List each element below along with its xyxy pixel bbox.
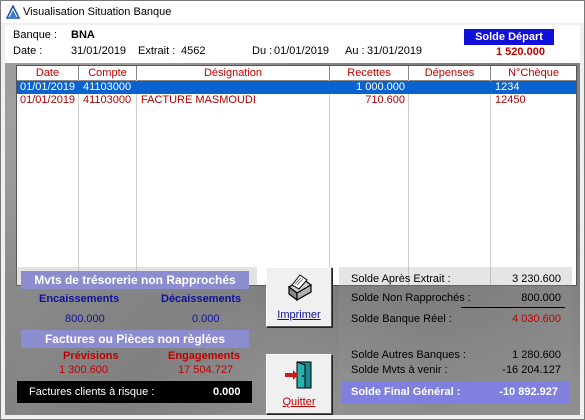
summary-row: Solde Banque Réel : 4 030.600 xyxy=(351,312,561,326)
solde-final-label: Solde Final Général : xyxy=(351,386,461,398)
sum-divider xyxy=(461,307,565,308)
col-depenses[interactable]: Dépenses xyxy=(409,66,491,80)
mvts-venir-label: Solde Mvts à venir : xyxy=(351,364,448,376)
cell-depenses xyxy=(409,94,487,107)
autres-banques-label: Solde Autres Banques : xyxy=(351,349,466,361)
printer-icon xyxy=(287,274,313,302)
banque-value: BNA xyxy=(71,29,95,41)
col-divider xyxy=(490,80,491,285)
apres-extrait-value: 3 230.600 xyxy=(512,273,561,285)
cell-depenses xyxy=(409,81,487,94)
mvts-venir-value: -16 204.127 xyxy=(502,364,561,376)
summary-row: Solde Mvts à venir : -16 204.127 xyxy=(351,363,561,377)
cell-recettes: 710.600 xyxy=(365,94,405,106)
previsions-label: Prévisions xyxy=(63,350,119,362)
date-label: Date : xyxy=(13,45,43,57)
cell-compte: 41103000 xyxy=(83,94,132,106)
imprimer-label: Imprimer xyxy=(277,309,321,321)
banque-reel-value: 4 030.600 xyxy=(512,313,561,325)
encaissements-value: 800.000 xyxy=(65,313,105,325)
factures-header: Factures ou Pièces non règlées xyxy=(21,330,249,348)
quitter-button[interactable]: Quitter xyxy=(266,354,332,414)
summary-row: Solde Autres Banques : 1 280.600 xyxy=(351,348,561,362)
date-value: 31/01/2019 xyxy=(71,45,127,57)
cell-date: 01/01/2019 xyxy=(20,81,76,93)
col-recettes[interactable]: Recettes xyxy=(330,66,409,80)
cell-date: 01/01/2019 xyxy=(20,94,76,106)
grid-header: Date Compte Désignation Recettes Dépense… xyxy=(17,66,576,81)
col-cheque[interactable]: N°Chèque xyxy=(491,66,576,80)
window-title: Visualisation Situation Banque xyxy=(23,6,172,18)
extrait-value: 4562 xyxy=(181,45,206,57)
au-label: Au : xyxy=(345,45,365,57)
table-row[interactable]: 01/01/2019 41103000 FACTURE MASMOUDI 710… xyxy=(17,94,576,107)
imprimer-button[interactable]: Imprimer xyxy=(266,267,332,327)
col-divider xyxy=(329,80,330,285)
col-divider xyxy=(408,80,409,285)
apres-extrait-label: Solde Après Extrait : xyxy=(351,273,451,285)
solde-final-bar: Solde Final Général : -10 892.927 xyxy=(342,381,570,403)
previsions-value: 1 300.600 xyxy=(59,364,108,376)
summary-row: Solde Non Rapprochés : 800.000 xyxy=(351,291,561,305)
col-date[interactable]: Date xyxy=(17,66,79,80)
banque-label: Banque : xyxy=(13,29,58,41)
solde-final-value: -10 892.927 xyxy=(499,386,558,398)
risque-value: 0.000 xyxy=(213,386,241,398)
decaissements-label: Décaissements xyxy=(161,293,242,305)
col-designation[interactable]: Désignation xyxy=(137,66,330,80)
au-value: 31/01/2019 xyxy=(367,45,423,57)
non-rapproches-value: 800.000 xyxy=(521,292,561,304)
exit-door-icon xyxy=(285,361,312,389)
col-divider xyxy=(78,80,79,285)
banque-reel-label: Solde Banque Réel : xyxy=(351,313,452,325)
summary-row: Solde Après Extrait : 3 230.600 xyxy=(351,272,561,286)
title-bar[interactable]: Visualisation Situation Banque xyxy=(1,1,584,23)
col-divider xyxy=(136,80,137,285)
mvts-header: Mvts de trésorerie non Rapprochés xyxy=(21,271,249,289)
du-label: Du : xyxy=(252,45,273,57)
cell-cheque: 1234 xyxy=(495,81,520,93)
app-icon xyxy=(6,5,20,19)
autres-banques-value: 1 280.600 xyxy=(512,349,561,361)
header-panel: Banque : BNA Date : 31/01/2019 Extrait :… xyxy=(5,25,580,63)
solde-depart-label: Solde Départ xyxy=(464,29,554,45)
risque-label: Factures clients à risque : xyxy=(29,386,155,398)
cell-cheque: 12450 xyxy=(495,94,526,106)
engagements-value: 17 504.727 xyxy=(178,364,234,376)
window: Visualisation Situation Banque Banque : … xyxy=(0,0,585,420)
table-row[interactable]: 01/01/2019 41103000 1 000.000 1234 xyxy=(17,81,576,94)
cell-recettes: 1 000.000 xyxy=(356,81,405,93)
decaissements-value: 0.000 xyxy=(192,313,220,325)
engagements-label: Engagements xyxy=(168,350,241,362)
non-rapproches-label: Solde Non Rapprochés : xyxy=(351,292,471,304)
solde-depart-value: 1 520.000 xyxy=(496,46,545,58)
du-value: 01/01/2019 xyxy=(274,45,330,57)
col-compte[interactable]: Compte xyxy=(79,66,137,80)
risque-bar: Factures clients à risque : 0.000 xyxy=(17,381,252,403)
cell-compte: 41103000 xyxy=(83,81,132,93)
cell-designation: FACTURE MASMOUDI xyxy=(141,94,256,106)
encaissements-label: Encaissements xyxy=(39,293,120,305)
extrait-label: Extrait : xyxy=(138,45,176,57)
quitter-label: Quitter xyxy=(282,396,316,408)
transactions-grid[interactable]: Date Compte Désignation Recettes Dépense… xyxy=(16,65,577,286)
